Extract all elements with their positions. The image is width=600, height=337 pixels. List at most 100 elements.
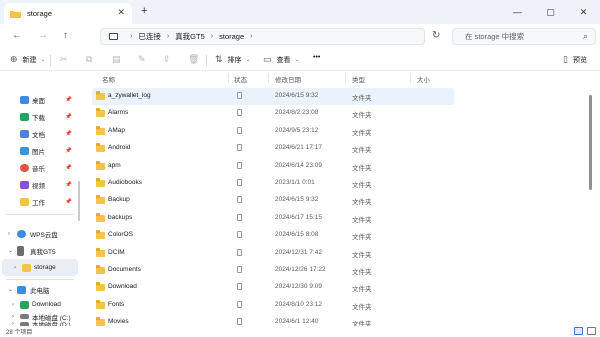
file-name: ColorOS — [108, 231, 133, 239]
rename-button[interactable]: ✎ — [138, 54, 151, 65]
share-button[interactable]: ⇪ — [163, 54, 176, 65]
pin-icon: 📌 — [65, 198, 72, 205]
file-list-scrollbar[interactable] — [589, 95, 592, 190]
chevron-down-icon: ⌄ — [8, 287, 14, 293]
maximize-button[interactable]: ▢ — [534, 0, 567, 24]
file-name: Alarms — [108, 109, 129, 117]
column-header-size[interactable]: 大小 — [417, 74, 430, 84]
search-icon: ⌕ — [582, 31, 588, 41]
plus-icon: ⊕ — [10, 54, 18, 64]
breadcrumb-separator: › — [166, 33, 170, 40]
folder-icon — [96, 108, 105, 118]
more-icon: ••• — [313, 54, 321, 61]
address-row: ← → ↑ ↻ › 已连接 › 真我GT5 › storage › 在 stor… — [0, 24, 600, 49]
breadcrumb-item-storage[interactable]: storage — [219, 32, 244, 41]
device-status-icon — [237, 92, 242, 99]
column-divider[interactable] — [410, 73, 411, 83]
copy-button[interactable]: ⧉ — [86, 54, 97, 65]
sidebar-item-storage[interactable]: › storage — [2, 259, 78, 276]
file-row[interactable]: Documents 2024/12/26 17:22 文件夹 — [92, 262, 454, 279]
delete-button[interactable]: 🗑 — [188, 54, 204, 65]
close-window-button[interactable]: ✕ — [567, 0, 600, 24]
column-divider[interactable] — [228, 73, 229, 83]
sidebar-item-videos[interactable]: 视频 📌 — [0, 176, 80, 193]
details-view-icon[interactable] — [574, 327, 583, 335]
preview-button[interactable]: ▯ 预览 — [563, 54, 587, 65]
file-type: 文件夹 — [352, 269, 372, 276]
column-divider[interactable] — [345, 73, 346, 83]
new-tab-button[interactable]: + — [141, 5, 147, 17]
file-date: 2024/6/15 9:32 — [275, 92, 319, 99]
file-date: 2024/6/15 8:08 — [275, 231, 319, 239]
device-status-icon — [237, 300, 242, 308]
column-header-status[interactable]: 状态 — [234, 74, 247, 84]
column-header-name[interactable]: 名称 — [102, 74, 115, 84]
file-date: 2023/1/1 0:01 — [275, 179, 315, 186]
sort-button[interactable]: ⇅ 排序 ⌄ — [215, 54, 251, 65]
paste-button[interactable]: ▤ — [112, 54, 126, 65]
forward-button[interactable]: → — [38, 30, 48, 41]
breadcrumb-item-device[interactable]: 真我GT5 — [175, 31, 205, 42]
tab-close-icon[interactable]: ✕ — [117, 7, 125, 18]
device-status-icon — [237, 109, 242, 117]
window-controls: — ▢ ✕ — [501, 0, 600, 24]
sidebar-item-label: 下载 — [32, 114, 45, 122]
new-button[interactable]: ⊕ 新建 ⌄ — [10, 54, 46, 65]
share-icon: ⇪ — [163, 54, 171, 64]
sidebar-item-work[interactable]: 工作 📌 — [0, 193, 80, 210]
refresh-button[interactable]: ↻ — [432, 30, 440, 41]
file-row[interactable]: Backup 2024/6/15 9:32 文件夹 — [92, 192, 454, 209]
up-button[interactable]: ↑ — [63, 30, 68, 41]
sidebar-item-pictures[interactable]: 图片 📌 — [0, 142, 80, 159]
back-button[interactable]: ← — [12, 30, 22, 41]
breadcrumb-item-connected[interactable]: 已连接 — [138, 31, 161, 42]
drive-icon — [20, 314, 29, 319]
search-input[interactable]: 在 storage 中搜索 ⌕ — [452, 28, 596, 45]
file-name: Android — [108, 144, 131, 152]
view-button[interactable]: ▭ 查看 ⌄ — [263, 54, 300, 65]
rename-icon: ✎ — [138, 54, 146, 64]
divider — [206, 55, 207, 66]
file-name: Fonts — [108, 300, 125, 308]
column-header-modified[interactable]: 修改日期 — [275, 74, 301, 84]
file-row[interactable]: Fonts 2024/8/10 23:12 文件夹 — [92, 297, 454, 314]
column-divider[interactable] — [268, 73, 269, 83]
sidebar-item-device[interactable]: ⌄ 真我GT5 — [0, 242, 80, 259]
file-row[interactable]: Download 2024/12/30 9:09 文件夹 — [92, 279, 454, 296]
sidebar-item-label: 图片 — [32, 148, 45, 156]
column-header-type[interactable]: 类型 — [352, 74, 365, 84]
sidebar-item-downloads[interactable]: 下载 📌 — [0, 108, 80, 125]
more-button[interactable]: ••• — [313, 54, 320, 61]
file-row[interactable]: AMap 2024/9/5 23:12 文件夹 — [92, 123, 454, 140]
pin-icon: 📌 — [65, 147, 72, 154]
chevron-down-icon: ⌄ — [8, 248, 14, 254]
file-row[interactable]: Audiobooks 2023/1/1 0:01 文件夹 — [92, 175, 454, 192]
video-icon — [20, 180, 29, 189]
sidebar-item-wps-cloud[interactable]: › WPS云盘 — [0, 225, 80, 242]
minimize-button[interactable]: — — [501, 0, 534, 24]
folder-icon — [22, 263, 31, 272]
new-label: 新建 — [22, 56, 37, 64]
sidebar-item-desktop[interactable]: 桌面 📌 — [0, 91, 80, 108]
sidebar-scrollbar[interactable] — [78, 181, 80, 221]
breadcrumb[interactable]: › 已连接 › 真我GT5 › storage › — [100, 28, 425, 45]
sidebar-item-label: 此电脑 — [30, 287, 50, 295]
file-row[interactable]: Alarms 2024/8/2 23:08 文件夹 — [92, 105, 454, 122]
file-row[interactable]: DCIM 2024/12/31 7:42 文件夹 — [92, 245, 454, 262]
tiles-view-icon[interactable] — [587, 327, 596, 335]
folder-icon — [96, 282, 105, 292]
file-row[interactable]: a_zywallet_log 2024/6/15 9:32 文件夹 — [92, 88, 454, 105]
breadcrumb-separator: › — [130, 33, 133, 40]
sidebar-item-music[interactable]: 音乐 📌 — [0, 159, 80, 176]
file-date: 2024/8/10 23:12 — [275, 300, 322, 308]
file-row[interactable]: apm 2024/6/14 23:09 文件夹 — [92, 158, 454, 175]
device-status-icon — [237, 179, 242, 186]
file-name: Movies — [108, 318, 129, 326]
device-status-icon — [237, 248, 242, 256]
tab-storage[interactable]: storage ✕ — [4, 3, 132, 24]
file-row[interactable]: Android 2024/6/21 17:17 文件夹 — [92, 140, 454, 157]
sidebar-item-documents[interactable]: 文档 📌 — [0, 125, 80, 142]
file-row[interactable]: backups 2024/6/17 15:15 文件夹 — [92, 210, 454, 227]
cut-button[interactable]: ✂ — [60, 54, 73, 65]
file-row[interactable]: ColorOS 2024/6/15 8:08 文件夹 — [92, 227, 454, 244]
